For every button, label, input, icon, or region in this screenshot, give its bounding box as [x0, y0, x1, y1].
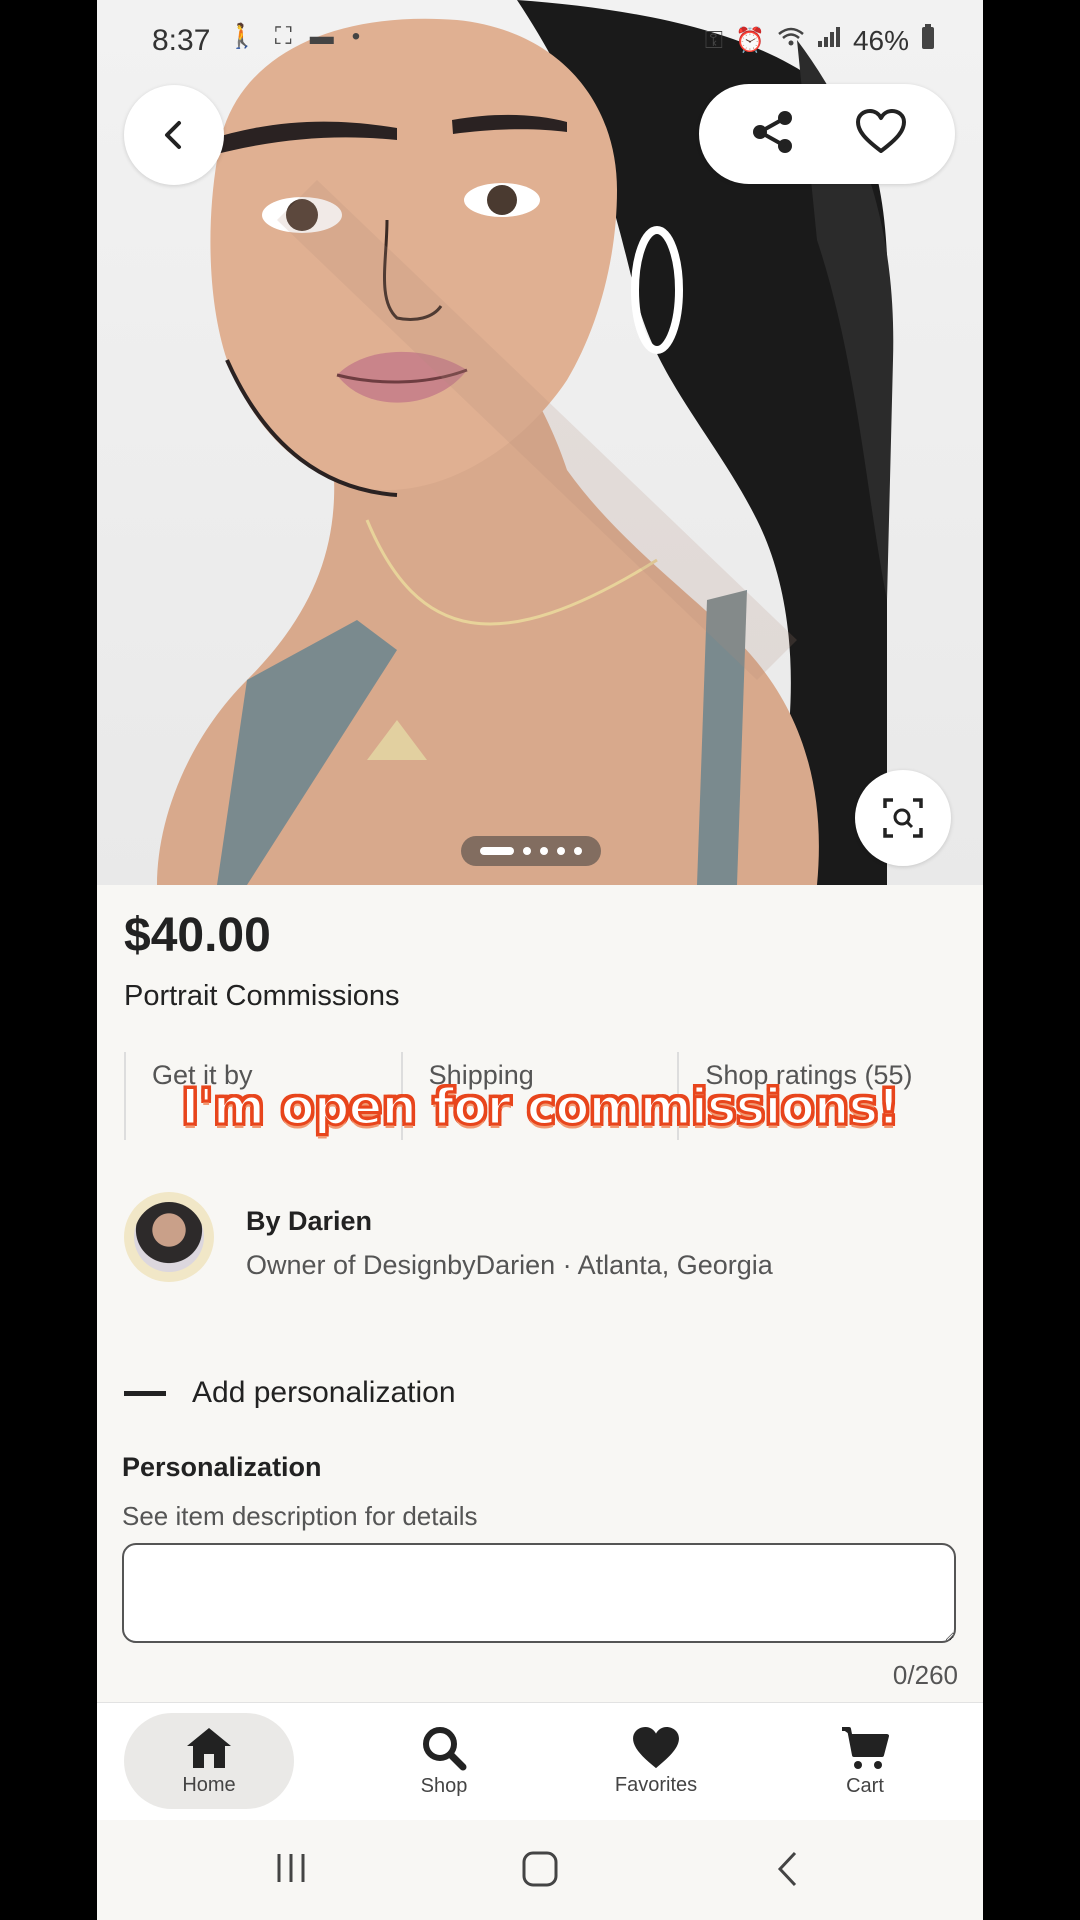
home-square-icon [522, 1851, 558, 1887]
minus-icon [124, 1390, 166, 1396]
bottom-navigation: Home Shop Favorites Cart [97, 1702, 983, 1820]
share-favorite-pill [699, 84, 955, 184]
cart-icon [842, 1726, 889, 1769]
recent-apps-icon [277, 1854, 305, 1882]
status-time: 8:37 [152, 24, 211, 57]
nav-home-label: Home [182, 1773, 236, 1796]
app-screen: 8:37 🚶 ⛶ ▬ • ⚿ ⏰ 46% $40.00 Portrait Com… [97, 0, 983, 1920]
battery-level: 46% [852, 24, 909, 56]
search-icon [423, 1726, 467, 1770]
seller-avatar[interactable] [124, 1192, 214, 1282]
status-bar: 8:37 🚶 ⛶ ▬ • ⚿ ⏰ 46% [97, 0, 983, 84]
character-counter: 0/260 [892, 1660, 958, 1690]
seller-card[interactable]: By Darien Owner of DesignbyDarien · Atla… [124, 1192, 954, 1292]
product-title: Portrait Commissions [124, 980, 400, 1012]
share-icon [752, 110, 792, 153]
nav-shop-label: Shop [420, 1774, 468, 1797]
personalization-description: See item description for details [122, 1501, 478, 1531]
seller-subtitle: Owner of DesignbyDarien · Atlanta, Georg… [246, 1250, 773, 1280]
nav-shop[interactable]: Shop [359, 1713, 529, 1809]
nav-cart[interactable]: Cart [780, 1713, 950, 1809]
video-caption-overlay: I'm open for commissions! [179, 1077, 901, 1138]
product-price: $40.00 [124, 909, 271, 962]
nav-favorites-label: Favorites [614, 1773, 698, 1796]
add-personalization-toggle[interactable]: Add personalization [124, 1376, 456, 1410]
nav-cart-label: Cart [846, 1774, 884, 1797]
carousel-dot [574, 847, 582, 855]
back-button[interactable] [124, 85, 224, 185]
carousel-dot [557, 847, 565, 855]
nav-favorites[interactable]: Favorites [571, 1713, 741, 1809]
avatar-photo [134, 1202, 204, 1272]
image-carousel-indicator[interactable] [461, 836, 601, 866]
carousel-dot-active [480, 847, 514, 855]
personalization-heading: Personalization [122, 1452, 322, 1482]
personalization-input[interactable] [122, 1543, 956, 1643]
carousel-dot [523, 847, 531, 855]
back-arrow-icon [777, 1851, 797, 1887]
nav-home[interactable]: Home [124, 1713, 294, 1809]
image-search-icon [883, 798, 923, 838]
screenshot-icon: ⛶ [274, 22, 292, 50]
system-navigation-bar [97, 1820, 983, 1920]
home-system-button[interactable] [521, 1850, 559, 1893]
home-icon [187, 1727, 231, 1768]
seller-name: By Darien [246, 1206, 373, 1236]
recent-apps-button[interactable] [273, 1850, 309, 1891]
status-right-icons: ⚿ ⏰ 46% [705, 24, 935, 57]
chevron-left-icon [165, 121, 181, 149]
system-back-button[interactable] [773, 1850, 803, 1893]
image-search-button[interactable] [855, 770, 951, 866]
heart-icon [633, 1726, 679, 1768]
dot-icon: • [351, 22, 361, 50]
battery-icon [921, 24, 935, 57]
favorite-button[interactable] [855, 108, 907, 160]
status-left-icons: 🚶 ⛶ ▬ • [227, 22, 360, 51]
add-personalization-label: Add personalization [192, 1376, 456, 1409]
signal-icon [817, 26, 841, 55]
alarm-icon: ⏰ [735, 27, 765, 54]
share-button[interactable] [748, 107, 798, 162]
wifi-icon [777, 26, 805, 55]
key-icon: ⚿ [704, 26, 724, 54]
media-icon: ▬ [309, 22, 334, 50]
carousel-dot [540, 847, 548, 855]
walk-icon: 🚶 [227, 23, 257, 50]
product-image[interactable]: 8:37 🚶 ⛶ ▬ • ⚿ ⏰ 46% [97, 0, 983, 885]
heart-outline-icon [855, 108, 906, 153]
